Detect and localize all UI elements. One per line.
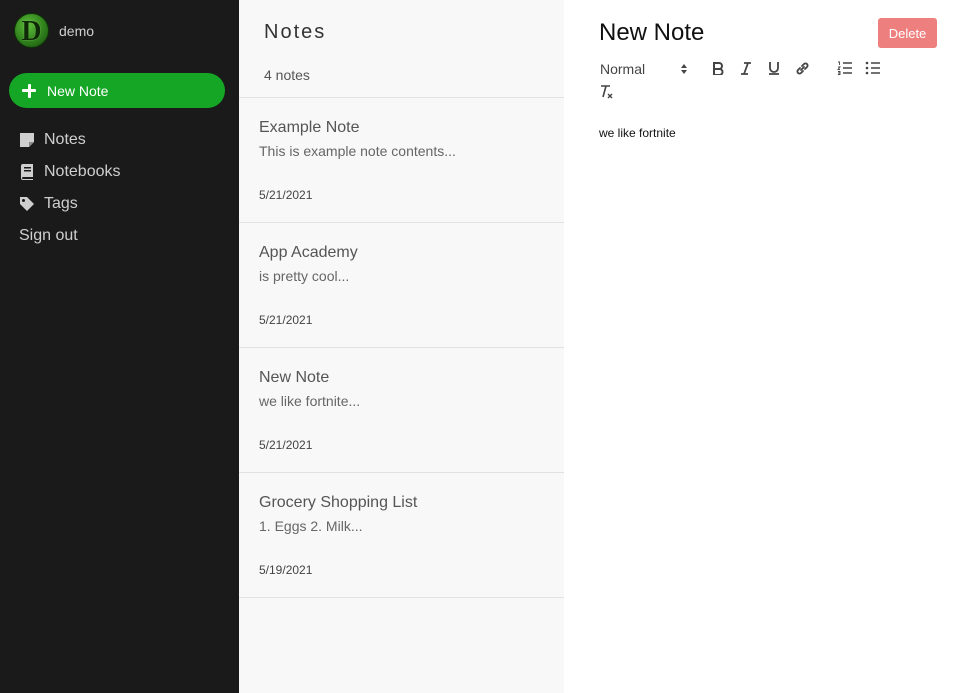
note-card-date: 5/21/2021 [259, 313, 313, 327]
book-icon [21, 164, 33, 180]
note-card-preview: we like fortnite... [259, 393, 361, 409]
format-select[interactable]: Normal [600, 60, 688, 78]
note-card[interactable]: Grocery Shopping List 1. Eggs 2. Milk...… [239, 473, 564, 598]
avatar[interactable]: D [14, 13, 49, 48]
format-select-value: Normal [600, 61, 646, 77]
link-icon [796, 62, 808, 74]
avatar-letter: D [21, 15, 42, 47]
sign-out-link[interactable]: Sign out [19, 220, 121, 252]
note-card-title: App Academy [259, 244, 358, 261]
note-card[interactable]: New Note we like fortnite... 5/21/2021 [239, 348, 564, 473]
sidebar-item-notebooks[interactable]: Notebooks [19, 156, 121, 188]
sidebar-item-label: Tags [44, 195, 78, 212]
tag-icon [20, 197, 34, 211]
updown-arrows-icon [681, 64, 687, 74]
sidebar-item-tags[interactable]: Tags [19, 188, 121, 220]
user-profile[interactable]: D demo [14, 13, 94, 48]
notes-list-panel: Notes 4 notes Example Note This is examp… [239, 0, 564, 693]
sidebar: D demo New Note Notes Notebooks Tags Sig… [0, 0, 239, 693]
bold-button[interactable] [709, 59, 727, 77]
note-icon [20, 133, 34, 147]
sidebar-nav: Notes Notebooks Tags Sign out [19, 124, 121, 252]
note-card-title: New Note [259, 369, 330, 386]
notes-list-header: Notes 4 notes [239, 0, 564, 98]
bullet-list-button[interactable] [864, 59, 882, 77]
link-button[interactable] [793, 59, 811, 77]
underline-icon [769, 62, 779, 75]
ordered-list-button[interactable] [836, 59, 854, 77]
plus-icon [22, 83, 36, 98]
note-card-date: 5/19/2021 [259, 563, 313, 577]
clear-format-icon [601, 85, 613, 99]
sign-out-label: Sign out [19, 227, 78, 244]
italic-button[interactable] [737, 59, 755, 77]
note-card-title: Grocery Shopping List [259, 494, 418, 511]
note-card-preview: This is example note contents... [259, 143, 456, 159]
underline-button[interactable] [765, 59, 783, 77]
note-editor: New Note Delete Normal we like fortnite [564, 0, 957, 693]
note-card-preview: 1. Eggs 2. Milk... [259, 518, 363, 534]
new-note-label: New Note [47, 82, 109, 99]
sidebar-item-label: Notes [44, 131, 86, 148]
username: demo [59, 22, 95, 39]
note-card-date: 5/21/2021 [259, 188, 313, 202]
note-card-title: Example Note [259, 119, 360, 136]
sidebar-item-notes[interactable]: Notes [19, 124, 121, 156]
clear-format-button[interactable] [598, 83, 616, 101]
italic-icon [741, 62, 751, 75]
editor-toolbar: Normal [599, 58, 939, 108]
note-body-editor[interactable]: we like fortnite [599, 126, 676, 140]
sidebar-item-label: Notebooks [44, 163, 121, 180]
bold-icon [713, 62, 724, 75]
note-title-input[interactable]: New Note [599, 19, 704, 47]
new-note-button[interactable]: New Note [9, 73, 225, 108]
delete-button[interactable]: Delete [878, 18, 937, 48]
bullet-list-icon [865, 61, 880, 75]
note-card-date: 5/21/2021 [259, 438, 313, 452]
note-card-preview: is pretty cool... [259, 268, 350, 284]
note-card[interactable]: App Academy is pretty cool... 5/21/2021 [239, 223, 564, 348]
notes-list-title: Notes [264, 21, 327, 43]
ordered-list-icon [837, 61, 852, 75]
notes-count: 4 notes [264, 67, 310, 83]
note-card[interactable]: Example Note This is example note conten… [239, 98, 564, 223]
